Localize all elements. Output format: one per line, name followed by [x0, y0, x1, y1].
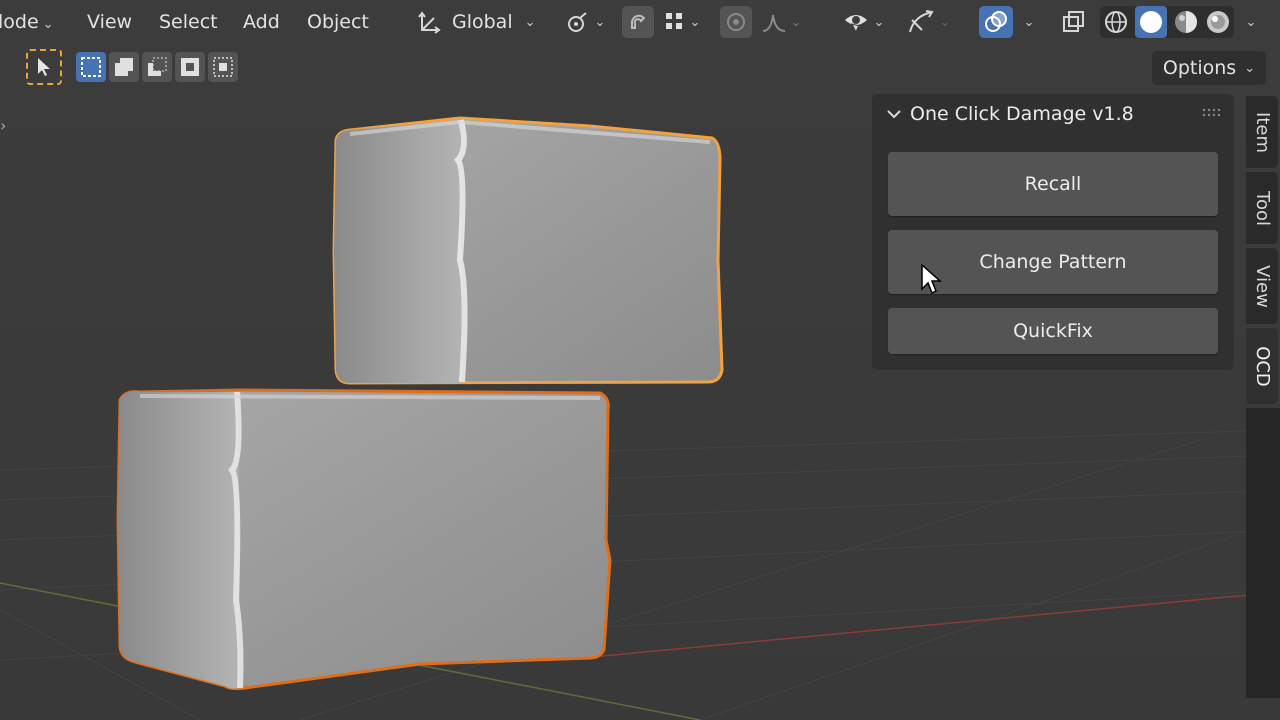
menu-select[interactable]: Select: [153, 8, 224, 36]
chevron-down-icon: ⌄: [1245, 14, 1257, 30]
panel-title: One Click Damage v1.8: [910, 103, 1134, 125]
quickfix-button[interactable]: QuickFix: [888, 308, 1218, 354]
proportional-editing-icon: [727, 13, 745, 31]
mode-label: lode: [0, 11, 39, 33]
block-top[interactable]: [332, 116, 724, 385]
select-new-icon: [81, 57, 101, 77]
tab-item[interactable]: Item: [1246, 96, 1278, 168]
select-subtract-icon: [148, 57, 167, 76]
overlay-icon: [985, 11, 1007, 32]
solid-shading-button[interactable]: [1135, 6, 1167, 38]
proportional-editing-toggle[interactable]: [720, 6, 752, 38]
mode-selector[interactable]: lode ⌄: [0, 8, 60, 36]
rendered-icon[interactable]: [1205, 9, 1231, 35]
chevron-down-icon: ⌄: [1023, 14, 1035, 30]
select-subtract-button[interactable]: [142, 52, 172, 82]
block-bottom[interactable]: [116, 388, 612, 691]
snap-toggle[interactable]: [622, 6, 654, 38]
proportional-falloff-dropdown[interactable]: ⌄: [756, 6, 806, 38]
recall-button[interactable]: Recall: [888, 152, 1218, 216]
menu-object[interactable]: Object: [301, 8, 375, 36]
tab-view[interactable]: View: [1246, 248, 1278, 324]
chevron-down-icon: ⌄: [42, 17, 54, 32]
tab-tool[interactable]: Tool: [1246, 172, 1278, 244]
pivot-point-dropdown[interactable]: ⌄: [560, 6, 610, 38]
snap-magnet-icon: [630, 14, 646, 29]
select-extend-icon: [115, 58, 133, 76]
select-intersect-icon: [213, 57, 233, 77]
overlay-toggle[interactable]: [979, 6, 1013, 38]
menu-add[interactable]: Add: [237, 8, 286, 36]
cursor-arrow-icon: [38, 58, 50, 76]
shading-mode-group: [1100, 6, 1234, 38]
shading-dropdown[interactable]: ⌄: [1236, 6, 1266, 38]
options-label: Options: [1162, 57, 1237, 79]
toolbar-toggle-arrow-icon[interactable]: ›: [0, 116, 6, 135]
select-extend-button[interactable]: [109, 52, 139, 82]
sidebar-tab-strip: [1246, 408, 1280, 698]
transform-orientation-dropdown[interactable]: Global ⌄: [410, 6, 546, 38]
tab-tool-label: Tool: [1251, 190, 1273, 226]
xray-toggle[interactable]: [1056, 6, 1090, 38]
select-invert-button[interactable]: [175, 52, 205, 82]
chevron-down-icon: ⌄: [873, 14, 885, 30]
xray-icon: [1063, 11, 1084, 32]
select-invert-icon: [181, 58, 199, 76]
mouse-cursor-icon: [921, 263, 942, 295]
tab-view-label: View: [1251, 264, 1273, 308]
select-tool-button[interactable]: [26, 49, 62, 85]
pivot-point-icon: [567, 12, 587, 32]
falloff-curve-icon: [762, 14, 785, 32]
snap-target-dropdown[interactable]: ⌄: [656, 6, 708, 38]
transform-orientation-icon: [418, 11, 441, 34]
options-dropdown[interactable]: Options ⌄: [1152, 51, 1266, 85]
viewport-header: lode⌄ View Select Add Object Global ⌄ ⌄: [0, 0, 1280, 44]
chevron-down-icon: [887, 110, 901, 119]
wireframe-icon[interactable]: [1103, 9, 1129, 35]
gizmo-icon: [908, 10, 934, 33]
menu-view[interactable]: View: [81, 8, 138, 36]
drag-grip-icon[interactable]: [1202, 108, 1222, 118]
gizmo-dropdown[interactable]: ⌄: [900, 6, 956, 38]
overlay-dropdown[interactable]: ⌄: [1014, 6, 1044, 38]
tab-ocd[interactable]: OCD: [1246, 328, 1278, 404]
tab-item-label: Item: [1251, 111, 1273, 153]
orientation-label: Global: [452, 11, 513, 33]
selectability-visibility-dropdown[interactable]: ⌄: [836, 6, 890, 38]
chevron-down-icon: ⌄: [1244, 60, 1256, 76]
select-new-button[interactable]: [76, 52, 106, 82]
chevron-down-icon: ⌄: [939, 14, 951, 30]
panel-header[interactable]: One Click Damage v1.8: [872, 94, 1234, 136]
material-preview-icon[interactable]: [1173, 9, 1199, 35]
chevron-down-icon: ⌄: [594, 14, 606, 30]
solid-icon: [1140, 11, 1162, 33]
snap-increment-icon: [665, 13, 682, 29]
select-intersect-button[interactable]: [208, 52, 238, 82]
one-click-damage-panel: One Click Damage v1.8 Recall Change Patt…: [872, 94, 1234, 370]
chevron-down-icon: ⌄: [790, 14, 802, 30]
tab-ocd-label: OCD: [1251, 345, 1273, 387]
selectability-visibility-icon: [844, 15, 867, 34]
chevron-down-icon: ⌄: [524, 14, 536, 30]
chevron-down-icon: ⌄: [689, 14, 701, 30]
